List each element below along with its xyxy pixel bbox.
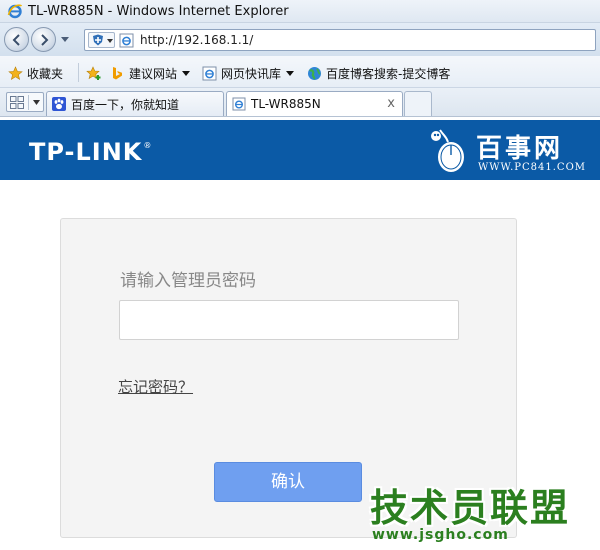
recent-pages-dropdown-icon[interactable] <box>61 35 69 43</box>
brand-name: TP-LINK <box>29 138 143 166</box>
registered-mark: ® <box>143 141 153 150</box>
favorites-label: 收藏夹 <box>27 66 64 81</box>
chevron-down-icon <box>182 70 191 76</box>
jsgho-watermark: 技术员联盟 www.jsgho.com <box>368 477 590 547</box>
favorites-button[interactable]: 收藏夹 <box>8 64 63 82</box>
quick-tabs-grid-icon <box>10 96 24 109</box>
admin-password-input[interactable] <box>119 300 459 340</box>
address-bar[interactable]: http://192.168.1.1/ <box>84 29 596 51</box>
internet-explorer-icon <box>7 4 23 19</box>
ie-page-icon <box>119 33 134 48</box>
chevron-down-icon <box>286 70 295 76</box>
forgot-password-link[interactable]: 忘记密码？ <box>118 376 193 397</box>
favorites-item-baidu-blog-search[interactable]: 百度博客搜索-提交博客 <box>307 64 450 82</box>
chevron-down-icon <box>107 39 113 43</box>
globe-icon <box>308 66 321 80</box>
favorites-item-label: 网页快讯库 <box>221 66 282 81</box>
add-to-favorites-bar-icon[interactable] <box>86 66 102 81</box>
watermark-url: www.jsgho.com <box>372 527 509 543</box>
watermark-title: 技术员联盟 <box>370 486 571 530</box>
back-button[interactable] <box>4 27 29 52</box>
browser-window: TL-WR885N - Windows Internet Explorer ht… <box>0 0 600 550</box>
web-slice-icon <box>202 66 217 80</box>
forward-arrow-icon <box>40 33 48 46</box>
new-tab-button[interactable] <box>404 91 432 116</box>
mouse-mascot-icon <box>431 129 464 172</box>
favorites-item-web-slice-gallery[interactable]: 网页快讯库 <box>202 64 295 82</box>
tab-list-dropdown-icon <box>33 100 40 105</box>
url-text[interactable]: http://192.168.1.1/ <box>140 33 253 47</box>
tab-tl-wr885n[interactable]: TL-WR885N x <box>226 91 403 116</box>
tab-baidu[interactable]: 百度一下，你就知道 <box>46 91 224 116</box>
bing-icon <box>113 66 122 79</box>
confirm-button[interactable]: 确认 <box>214 462 362 502</box>
quick-tabs-button[interactable] <box>6 92 44 112</box>
forward-button[interactable] <box>31 27 56 52</box>
favorites-item-label: 建议网站 <box>129 66 178 81</box>
divider <box>28 95 29 110</box>
pc841-watermark-logo: 百事网 WWW.PC841.COM <box>420 124 596 178</box>
ie-page-icon <box>232 97 246 111</box>
favorites-star-icon <box>8 65 23 80</box>
favorites-bar: 收藏夹 建议网站 网页快讯库 百度博客搜索-提交博客 <box>0 56 600 88</box>
navigation-bar: http://192.168.1.1/ <box>0 23 600 56</box>
tab-bar: 百度一下，你就知道 TL-WR885N x <box>0 88 600 116</box>
window-title: TL-WR885N - Windows Internet Explorer <box>28 4 289 19</box>
close-tab-icon[interactable]: x <box>387 96 395 111</box>
favorites-item-label: 百度博客搜索-提交博客 <box>326 66 451 81</box>
router-header-banner: TP-LINK® 百事网 WWW.PC841.COM <box>0 120 600 180</box>
tp-link-logo: TP-LINK® <box>29 138 152 166</box>
baidu-paw-icon <box>52 97 66 111</box>
site-url: WWW.PC841.COM <box>478 162 586 173</box>
window-title-bar: TL-WR885N - Windows Internet Explorer <box>0 0 600 23</box>
shield-plus-icon <box>93 34 103 46</box>
password-prompt: 请输入管理员密码 <box>120 271 256 291</box>
back-arrow-icon <box>12 33 20 46</box>
tab-label: TL-WR885N <box>251 97 321 111</box>
toolbar-divider <box>78 63 79 82</box>
compatibility-menu-button[interactable] <box>88 32 115 48</box>
favorites-item-suggested-sites[interactable]: 建议网站 <box>110 64 191 82</box>
site-name: 百事网 <box>476 134 564 164</box>
tab-label: 百度一下，你就知道 <box>71 97 180 112</box>
